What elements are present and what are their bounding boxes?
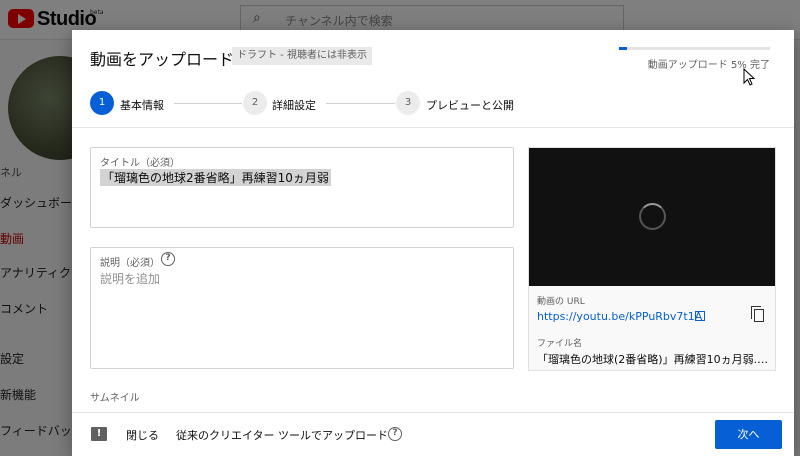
draft-status-chip: ドラフト - 視聴者には非表示 [232,47,372,65]
loading-spinner-icon [639,203,666,230]
file-name-label: ファイル名 [537,339,583,349]
close-button[interactable]: 閉じる [126,427,159,443]
dialog-footer: ! 閉じる 従来のクリエイター ツールでアップロード ? 次へ [72,412,794,456]
description-placeholder[interactable]: 説明を追加 [100,270,160,287]
step-connector [326,103,395,104]
legacy-upload-link[interactable]: 従来のクリエイター ツールでアップロード [176,427,388,443]
dialog-title: 動画をアップロード [90,50,235,69]
title-field-label: タイトル（必須） [100,158,180,169]
legacy-help-icon[interactable]: ? [388,427,402,441]
upload-stepper: 1 基本情報 2 詳細設定 3 プレビューと公開 [72,90,794,126]
step-2-number[interactable]: 2 [243,91,267,115]
description-field[interactable]: 説明（必須） ? 説明を追加 [90,247,514,369]
upload-progress-fill [619,47,627,50]
description-field-label: 説明（必須） [100,258,160,269]
next-button[interactable]: 次へ [715,420,782,449]
thumbnail-heading: サムネイル [90,393,140,404]
upload-progress-bar [619,47,770,50]
description-help-icon[interactable]: ? [161,252,175,266]
step-1-number[interactable]: 1 [90,91,114,115]
title-field[interactable]: タイトル（必須） 「瑠璃色の地球2番省略」再練習10ヵ月弱 [90,147,514,228]
video-preview-card: 動画の URL https://youtu.be/kPPuRbv7t1A ファイ… [528,147,776,371]
file-name-value: 「瑠璃色の地球(2番省略)」再練習10ヵ月弱.mp4 [537,353,769,366]
step-3-label[interactable]: プレビューと公開 [426,97,514,113]
step-connector [174,103,242,104]
feedback-icon[interactable]: ! [91,427,107,441]
step-3-number[interactable]: 3 [396,91,420,115]
title-field-value[interactable]: 「瑠璃色の地球2番省略」再練習10ヵ月弱 [100,169,331,186]
mouse-cursor-icon [743,68,755,86]
video-url-link[interactable]: https://youtu.be/kPPuRbv7t1A [537,310,702,323]
dialog-divider [72,127,794,128]
step-2-label[interactable]: 詳細設定 [272,97,316,113]
step-1-label[interactable]: 基本情報 [120,97,164,113]
open-in-new-icon[interactable] [695,311,705,321]
upload-dialog: 動画をアップロード ドラフト - 視聴者には非表示 動画アップロード 5% 完了… [72,30,794,456]
video-url-label: 動画の URL [537,297,585,307]
video-player[interactable] [529,148,775,286]
copy-icon[interactable] [751,306,765,322]
